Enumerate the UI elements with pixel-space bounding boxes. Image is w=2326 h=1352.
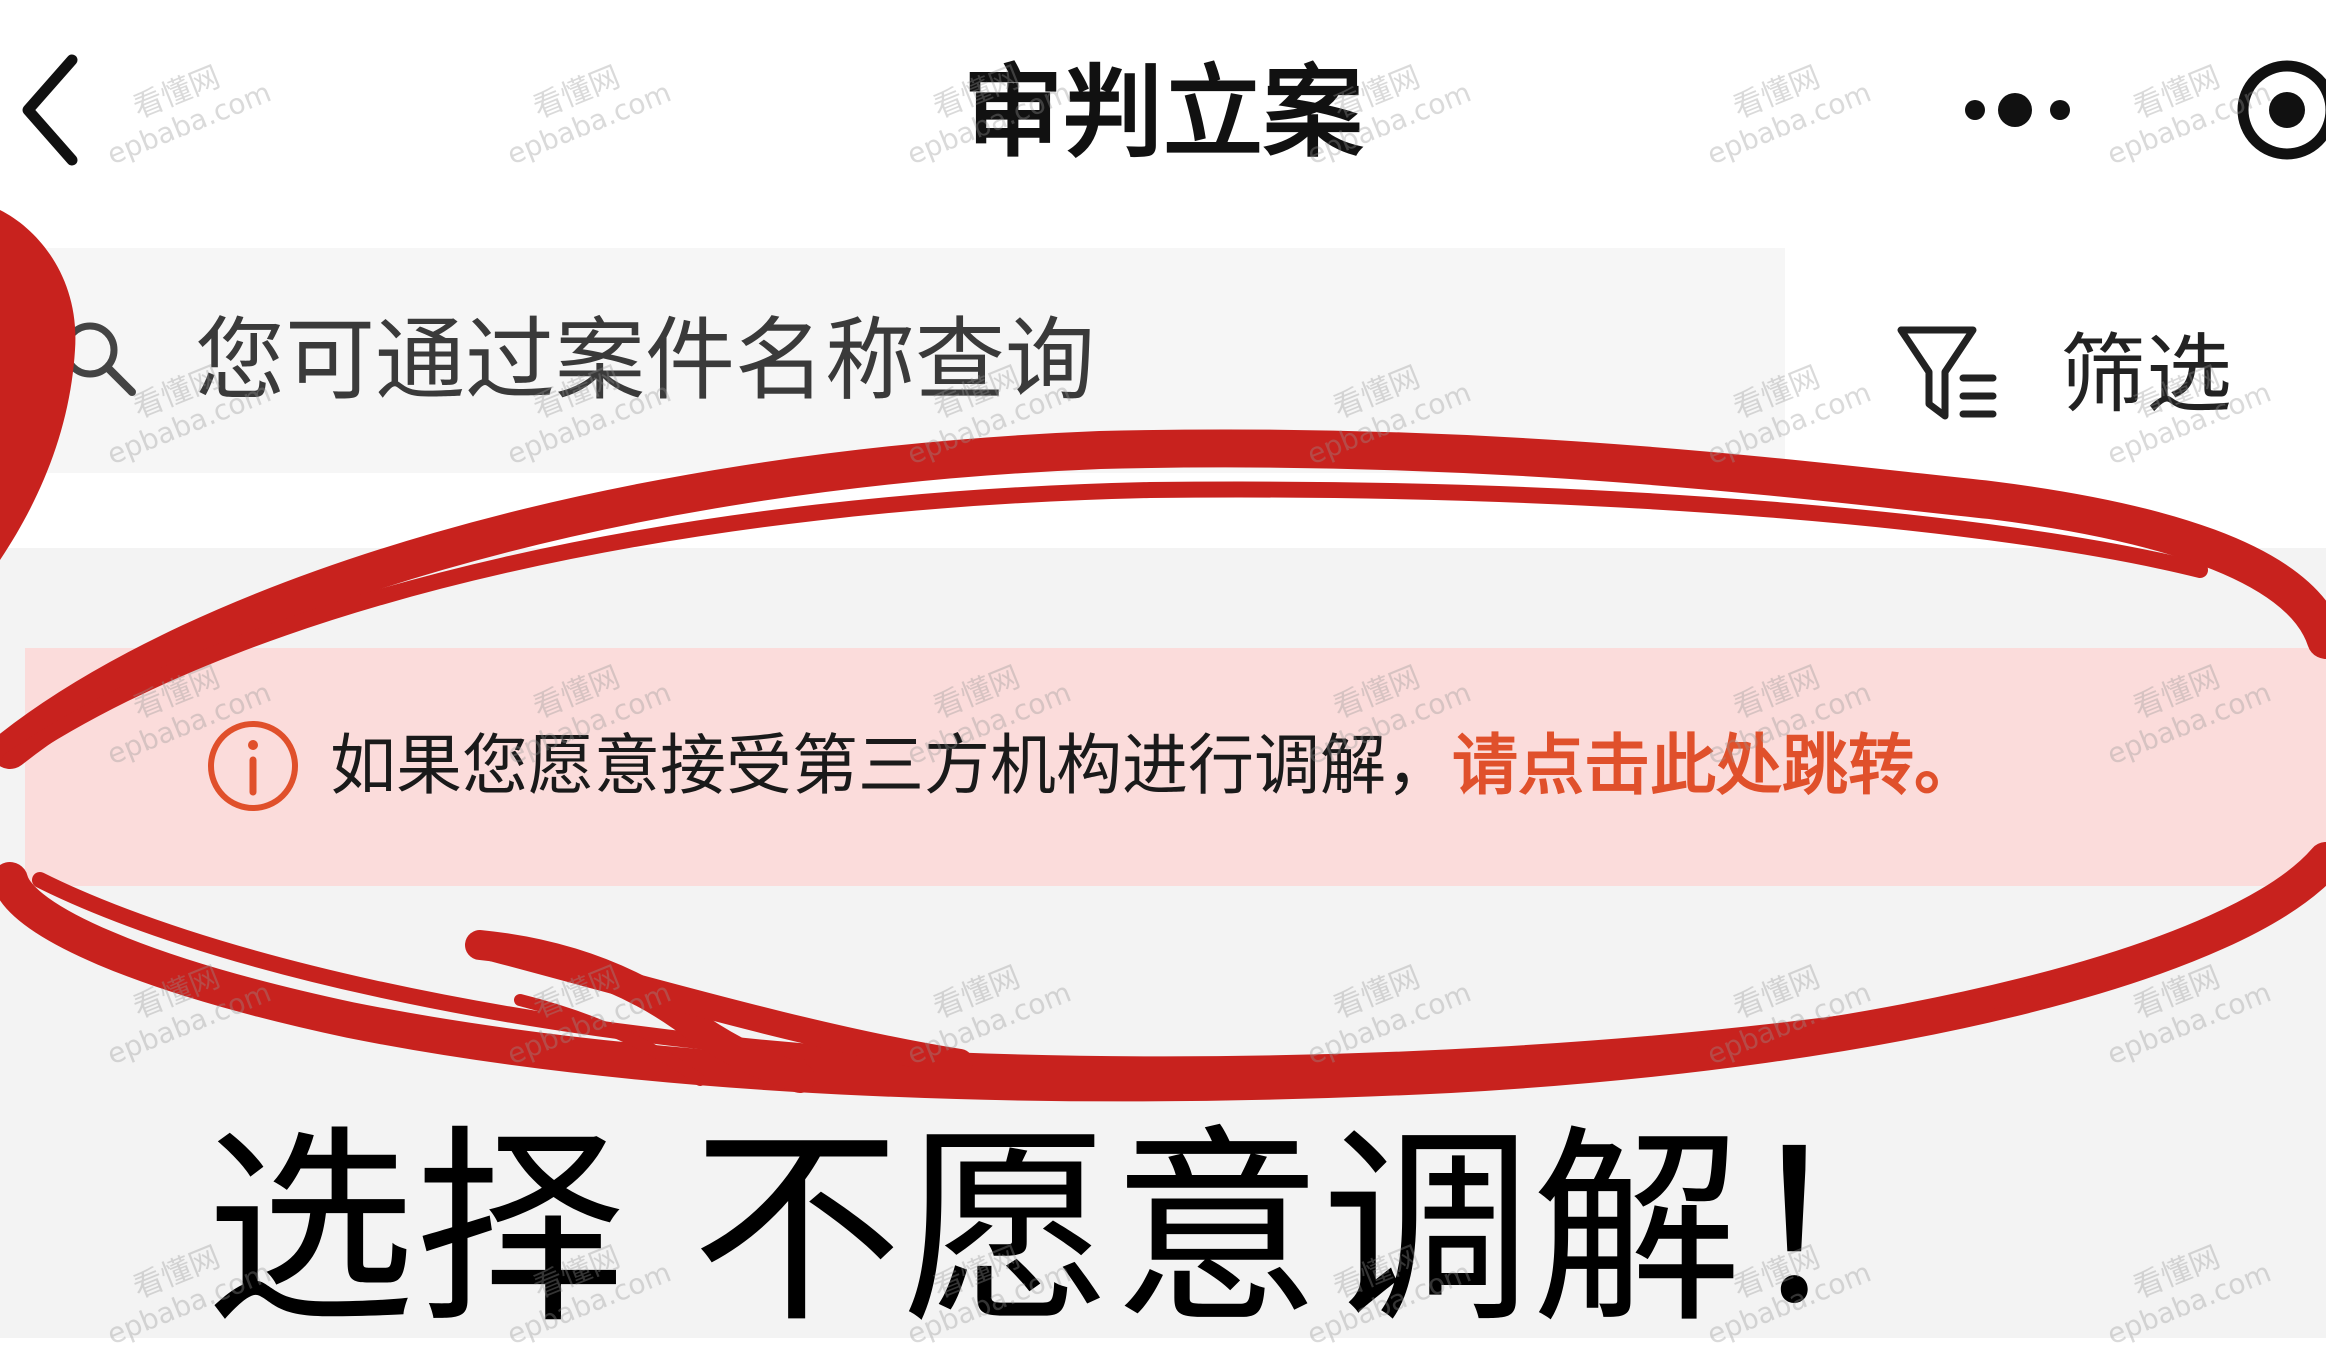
filter-icon	[1895, 320, 2000, 430]
search-placeholder: 您可通过案件名称查询	[195, 308, 1095, 413]
filter-button[interactable]: 筛选	[1895, 320, 2265, 430]
search-input[interactable]: 您可通过案件名称查询	[0, 248, 1785, 473]
search-icon	[58, 318, 138, 398]
mediation-redirect-link[interactable]: 请点击此处跳转。	[1452, 727, 1980, 804]
nav-header: 审判立案	[0, 0, 2326, 225]
info-circle-icon	[205, 718, 301, 814]
mediation-notice-bar: 如果您愿意接受第三方机构进行调解，请点击此处跳转。	[25, 648, 2326, 886]
capsule-close-button[interactable]	[2225, 52, 2326, 167]
filter-label: 筛选	[2060, 325, 2232, 425]
more-button[interactable]	[1960, 80, 2090, 140]
notice-message: 如果您愿意接受第三方机构进行调解，	[330, 727, 1452, 804]
notice-text: 如果您愿意接受第三方机构进行调解，请点击此处跳转。	[330, 716, 1980, 816]
target-circle-icon	[2237, 60, 2326, 160]
more-dots-icon	[1965, 93, 2070, 127]
annotation-caption: 选择 不愿意调解！	[205, 1107, 1952, 1352]
